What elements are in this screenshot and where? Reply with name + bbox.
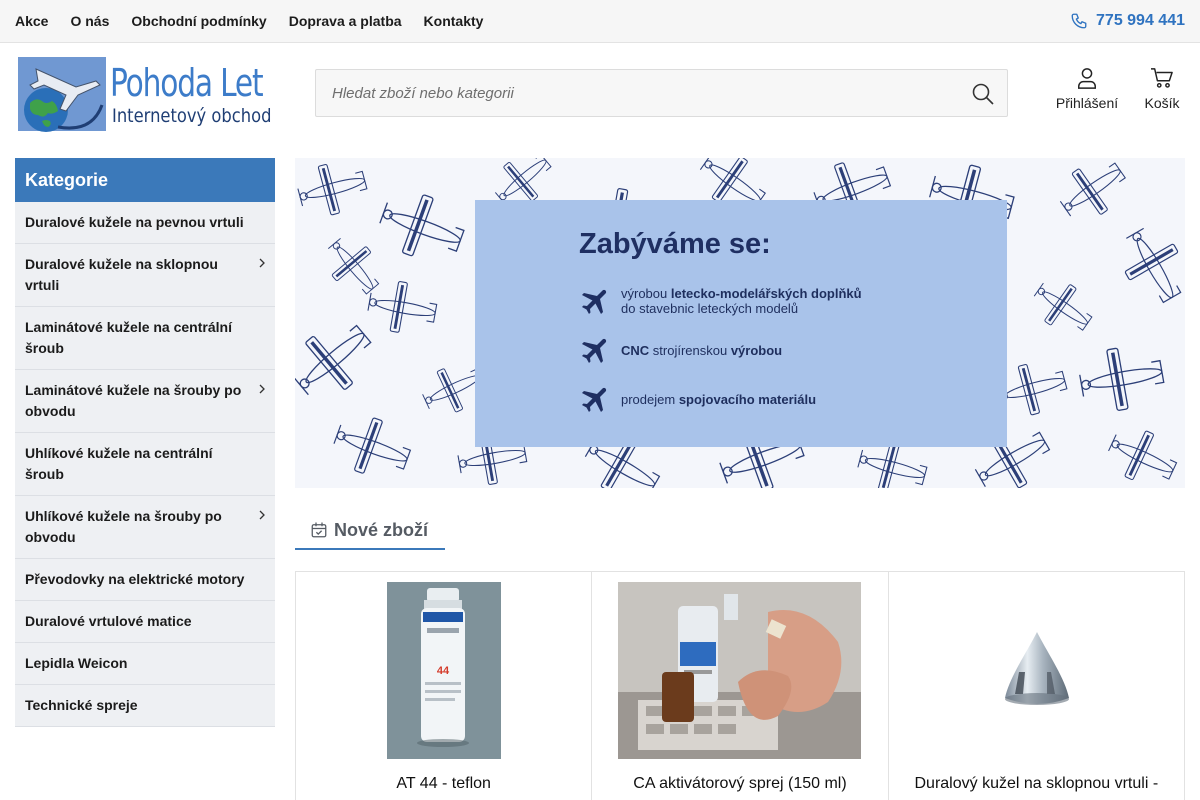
sidebar-item-label: Laminátové kužele na centrální šroub bbox=[25, 319, 232, 356]
sidebar-item-category[interactable]: Duralové kužele na pevnou vrtuli bbox=[15, 202, 275, 244]
banner-point-2: CNC strojírenskou výrobou bbox=[579, 333, 782, 367]
sidebar-item-category[interactable]: Převodovky na elektrické motory bbox=[15, 559, 275, 601]
sidebar-item-label: Uhlíkové kužele na šrouby po obvodu bbox=[25, 508, 222, 545]
banner-point-1-text: výrobou bbox=[621, 286, 671, 301]
airplane-icon bbox=[581, 387, 607, 413]
banner-panel: Zabýváme se: výrobou letecko-modelářskýc… bbox=[475, 200, 1007, 447]
sidebar-item-label: Duralové kužele na sklopnou vrtuli bbox=[25, 256, 218, 293]
sidebar-item-label: Převodovky na elektrické motory bbox=[25, 571, 245, 587]
sidebar-item-label: Duralové kužele na pevnou vrtuli bbox=[25, 214, 244, 230]
sidebar-item-label: Duralové vrtulové matice bbox=[25, 613, 192, 629]
search-icon[interactable] bbox=[971, 82, 995, 106]
logo-globe-icon bbox=[18, 57, 106, 132]
top-bar: Akce O nás Obchodní podmínky Doprava a p… bbox=[0, 0, 1200, 43]
sidebar-item-category[interactable]: Lepidla Weicon bbox=[15, 643, 275, 685]
phone-link[interactable]: 775 994 441 bbox=[1070, 0, 1185, 42]
tab-new-items[interactable]: Nové zboží bbox=[295, 512, 445, 550]
product-name[interactable]: AT 44 - teflon bbox=[296, 775, 591, 793]
banner-point-1-line2: do stavebnic leteckých modelů bbox=[621, 301, 799, 316]
product-name[interactable]: Duralový kužel na sklopnou vrtuli - bbox=[889, 775, 1184, 793]
nav-link-o-nas[interactable]: O nás bbox=[70, 13, 109, 29]
nav-link-doprava-a-platba[interactable]: Doprava a platba bbox=[289, 13, 402, 29]
header: Pohoda Let Internetový obchod Přihlášení… bbox=[0, 43, 1200, 143]
svg-text:44: 44 bbox=[437, 665, 450, 677]
chevron-right-icon[interactable] bbox=[257, 257, 267, 269]
sidebar-item-category[interactable]: Laminátové kužele na šrouby po obvodu bbox=[15, 370, 275, 433]
banner-point-3-bold: spojovacího materiálu bbox=[678, 391, 817, 407]
sidebar-item-category[interactable]: Uhlíkové kužele na centrální šroub bbox=[15, 433, 275, 496]
login-label: Přihlášení bbox=[1055, 95, 1119, 111]
chevron-right-icon[interactable] bbox=[257, 509, 267, 521]
search-input[interactable] bbox=[316, 70, 956, 116]
product-card[interactable]: Duralový kužel na sklopnou vrtuli - bbox=[889, 572, 1184, 800]
banner-point-2-bold: CNC bbox=[621, 342, 650, 358]
sidebar-item-label: Uhlíkové kužele na centrální šroub bbox=[25, 445, 213, 482]
category-sidebar: Kategorie Duralové kužele na pevnou vrtu… bbox=[15, 158, 275, 727]
phone-icon bbox=[1071, 13, 1087, 29]
cart-label: Košík bbox=[1144, 95, 1180, 111]
nav-link-obchodni-podminky[interactable]: Obchodní podmínky bbox=[131, 13, 266, 29]
product-image-activator bbox=[618, 582, 862, 759]
nav-link-akce[interactable]: Akce bbox=[15, 13, 48, 29]
banner-point-2-bold2: výrobou bbox=[730, 342, 783, 358]
airplane-icon bbox=[581, 338, 607, 364]
sidebar-item-label: Lepidla Weicon bbox=[25, 655, 128, 671]
cart-button[interactable]: Košík bbox=[1140, 67, 1184, 111]
calendar-check-icon bbox=[311, 522, 327, 538]
tab-new-items-label: Nové zboží bbox=[334, 519, 429, 540]
banner-title: Zabýváme se: bbox=[579, 228, 771, 260]
product-name[interactable]: CA aktivátorový sprej (150 ml) bbox=[592, 775, 887, 793]
search-box bbox=[315, 69, 1008, 117]
site-logo[interactable]: Pohoda Let Internetový obchod bbox=[16, 55, 276, 135]
logo-subtitle: Internetový obchod bbox=[112, 105, 272, 127]
product-image-spray-can: 44 bbox=[387, 582, 501, 759]
product-card[interactable]: CA aktivátorový sprej (150 ml) bbox=[592, 572, 889, 800]
logo-title: Pohoda Let bbox=[110, 61, 264, 105]
user-icon bbox=[1078, 68, 1096, 89]
sidebar-item-category[interactable]: Uhlíkové kužele na šrouby po obvodu bbox=[15, 496, 275, 559]
banner-point-3: prodejem spojovacího materiálu bbox=[579, 382, 816, 416]
banner-point-1: výrobou letecko-modelářských doplňků do … bbox=[579, 284, 862, 318]
promo-banner[interactable]: Zabýváme se: výrobou letecko-modelářskýc… bbox=[295, 158, 1185, 488]
nav-link-kontakty[interactable]: Kontakty bbox=[424, 13, 484, 29]
cart-icon bbox=[1151, 68, 1173, 88]
login-button[interactable]: Přihlášení bbox=[1050, 67, 1124, 111]
product-grid: 44 AT 44 - teflon CA aktivátorový sprej … bbox=[295, 571, 1185, 800]
banner-point-3-text: prodejem bbox=[621, 391, 679, 407]
sidebar-item-category[interactable]: Laminátové kužele na centrální šroub bbox=[15, 307, 275, 370]
sidebar-item-category[interactable]: Duralové kužele na sklopnou vrtuli bbox=[15, 244, 275, 307]
banner-point-2-text: strojírenskou bbox=[649, 342, 731, 358]
sidebar-item-label: Laminátové kužele na šrouby po obvodu bbox=[25, 382, 242, 419]
sidebar-item-label: Technické spreje bbox=[25, 697, 138, 713]
product-image-spinner-cone bbox=[1004, 632, 1069, 705]
airplane-icon bbox=[581, 289, 607, 315]
sidebar-title: Kategorie bbox=[15, 158, 275, 202]
chevron-right-icon[interactable] bbox=[257, 383, 267, 395]
top-nav: Akce O nás Obchodní podmínky Doprava a p… bbox=[15, 0, 483, 42]
category-list: Duralové kužele na pevnou vrtuli Duralové… bbox=[15, 202, 275, 727]
sidebar-item-category[interactable]: Technické spreje bbox=[15, 685, 275, 727]
product-card[interactable]: 44 AT 44 - teflon bbox=[296, 572, 593, 800]
banner-point-1-bold: letecko-modelářských doplňků bbox=[670, 286, 862, 301]
sidebar-item-category[interactable]: Duralové vrtulové matice bbox=[15, 601, 275, 643]
phone-number: 775 994 441 bbox=[1096, 12, 1185, 29]
